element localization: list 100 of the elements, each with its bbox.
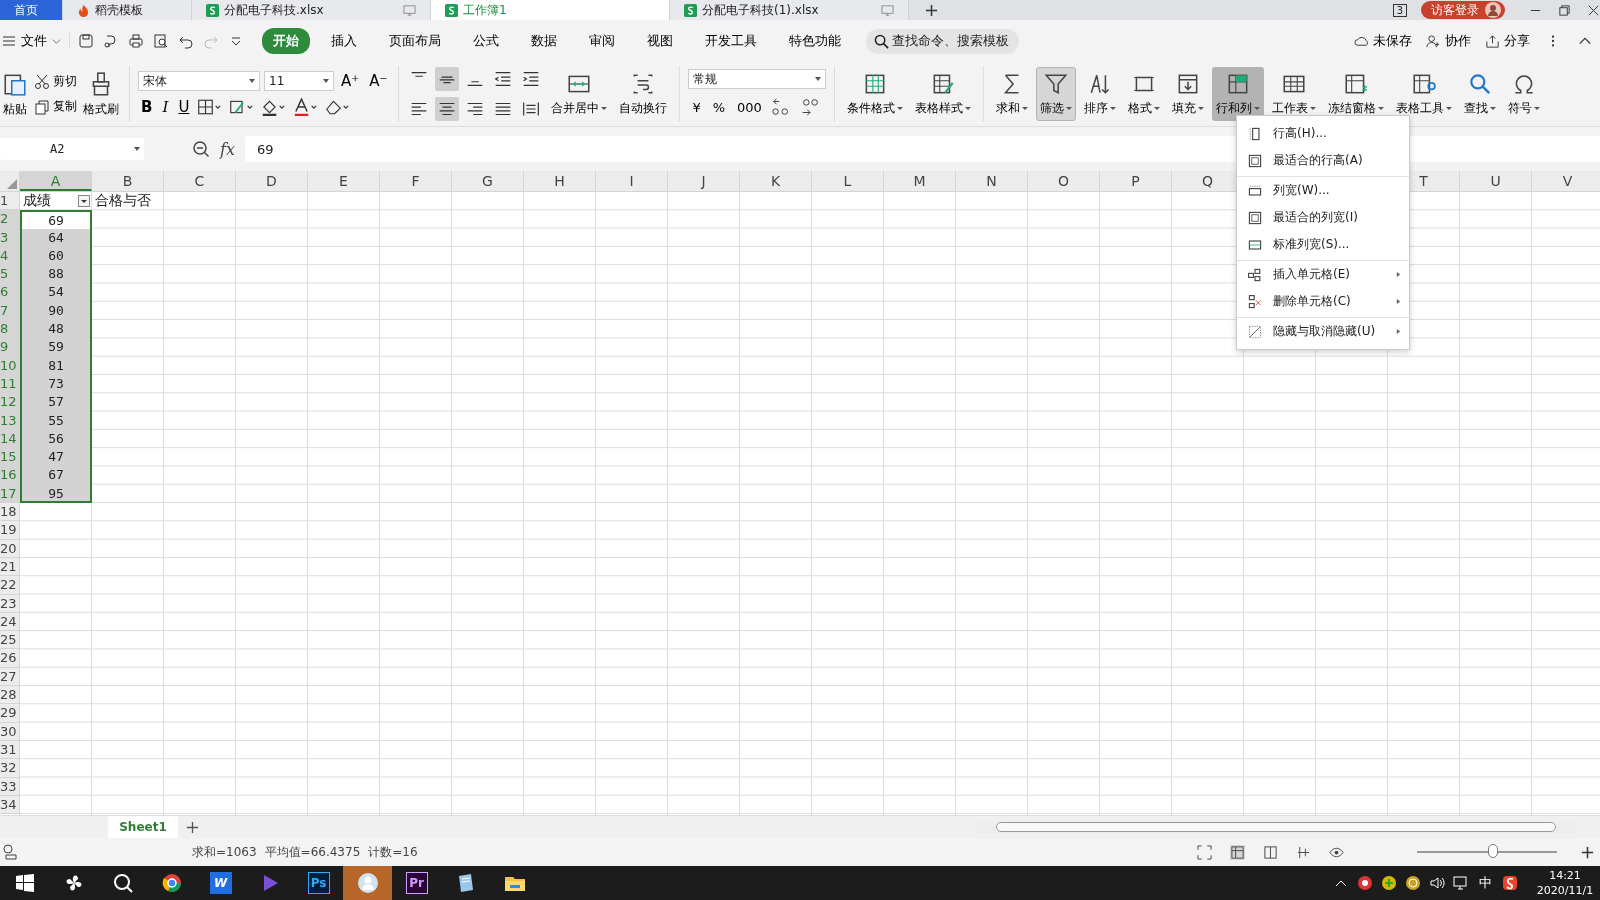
ribbon-tab[interactable]: 视图 [636, 28, 684, 54]
ribbon-tab[interactable]: 插入 [320, 28, 368, 54]
ribbon-button[interactable]: 行和列 [1212, 67, 1265, 121]
row-header[interactable]: 1 [0, 192, 20, 211]
font-size-field[interactable]: 11 [264, 71, 334, 91]
ribbon-tab[interactable]: 开始 [262, 28, 310, 54]
print-icon[interactable] [128, 33, 144, 49]
ribbon-tab[interactable]: 审阅 [578, 28, 626, 54]
column-header[interactable]: O [1028, 171, 1100, 191]
record-icon[interactable] [1357, 875, 1373, 891]
paste-button[interactable]: 粘贴 [0, 68, 30, 120]
document-tab[interactable]: 首页 [0, 0, 63, 20]
align-center-icon[interactable] [435, 97, 460, 121]
table-cell[interactable]: 88 [20, 265, 92, 284]
header-action-button[interactable]: 分享 [1479, 32, 1536, 50]
menu-item[interactable]: 删除单元格(C) [1237, 288, 1409, 315]
row-header[interactable]: 6 [0, 283, 20, 302]
row-header[interactable]: 26 [0, 649, 20, 668]
export-icon[interactable] [103, 33, 119, 49]
ribbon-button[interactable]: 查找 [1460, 67, 1501, 121]
command-search-field[interactable]: 查找命令、搜索模板 [866, 28, 1019, 54]
input-method-indicator[interactable]: 中 [1479, 874, 1492, 892]
table-cell[interactable]: 59 [20, 338, 92, 357]
ribbon-button[interactable]: 表格样式 [911, 67, 976, 121]
macro-icon[interactable] [2, 843, 20, 861]
column-header[interactable]: P [1100, 171, 1172, 191]
row-header[interactable]: 2 [0, 210, 20, 229]
page-break-icon[interactable] [1296, 844, 1311, 860]
clock-date[interactable]: 2020/11/1 [1536, 883, 1594, 898]
number-format-button[interactable]: 000 [733, 98, 766, 116]
document-tab[interactable]: 稻壳模板 [63, 0, 192, 20]
network-icon[interactable] [1453, 875, 1469, 891]
column-header[interactable]: L [812, 171, 884, 191]
ribbon-tab[interactable]: 特色功能 [778, 28, 852, 54]
row-header[interactable]: 8 [0, 320, 20, 339]
ribbon-tab[interactable]: 公式 [462, 28, 510, 54]
app-icon[interactable]: W [209, 872, 232, 894]
row-header[interactable]: 16 [0, 466, 20, 485]
normal-view-icon[interactable] [1230, 844, 1245, 860]
ribbon-button[interactable]: 合并居中 [547, 67, 612, 121]
fullscreen-icon[interactable] [1197, 844, 1212, 860]
zoom-icon[interactable] [192, 140, 210, 158]
font-style-button[interactable]: B [138, 97, 156, 117]
menu-item[interactable]: 隐藏与取消隐藏(U) [1237, 317, 1409, 345]
sogou-icon[interactable] [1502, 875, 1518, 891]
header-action-button[interactable]: 协作 [1420, 32, 1477, 50]
column-header[interactable]: F [380, 171, 452, 191]
format-painter-button[interactable]: 格式刷 [81, 68, 121, 120]
login-button[interactable]: 访客登录 [1421, 1, 1505, 19]
copy-button[interactable]: 复制 [34, 98, 77, 115]
table-cell[interactable]: 54 [20, 283, 92, 302]
number-format-button[interactable]: % [708, 98, 729, 116]
taskbar-button[interactable]: Ps [294, 866, 343, 900]
column-header[interactable]: V [1532, 171, 1600, 191]
ribbon-tab[interactable]: 开发工具 [694, 28, 768, 54]
font-name-field[interactable]: 宋体 [138, 71, 260, 91]
row-header[interactable]: 12 [0, 393, 20, 412]
row-header[interactable]: 18 [0, 503, 20, 522]
shrink-font-button[interactable]: A⁻ [366, 71, 391, 91]
column-header[interactable]: A [20, 171, 92, 191]
column-header[interactable]: N [956, 171, 1028, 191]
document-tab[interactable]: 分配电子科技.xlsx [192, 0, 431, 20]
row-header[interactable]: 15 [0, 448, 20, 467]
filter-dropdown-icon[interactable] [78, 195, 90, 207]
ribbon-button[interactable]: 自动换行 [615, 67, 672, 121]
ribbon-button[interactable]: 符号 [1504, 67, 1545, 121]
ribbon-button[interactable]: 筛选 [1036, 67, 1077, 121]
table-cell[interactable]: 69 [20, 210, 92, 229]
menu-item[interactable]: 列宽(W)... [1237, 176, 1409, 204]
window-count-badge[interactable]: 3 [1392, 3, 1407, 17]
row-header[interactable]: 29 [0, 704, 20, 723]
new-tab-icon[interactable] [925, 3, 938, 17]
column-header[interactable]: E [308, 171, 380, 191]
column-header[interactable]: B [92, 171, 164, 191]
restore-icon[interactable] [1558, 3, 1571, 17]
ribbon-button[interactable]: 填充 [1168, 67, 1209, 121]
row-header[interactable]: 32 [0, 759, 20, 778]
file-menu[interactable]: 文件 [0, 32, 67, 50]
close-icon[interactable] [1587, 3, 1600, 17]
column-header[interactable]: M [884, 171, 956, 191]
add-sheet-icon[interactable] [186, 820, 199, 834]
row-header[interactable]: 9 [0, 338, 20, 357]
number-format-field[interactable]: 常规 [688, 69, 827, 89]
table-cell[interactable]: 合格与否 [92, 192, 164, 211]
print-preview-icon[interactable] [153, 33, 169, 49]
ribbon-button[interactable]: 排序 [1080, 67, 1121, 121]
menu-item[interactable]: 插入单元格(E) [1237, 260, 1409, 288]
ribbon-tab[interactable]: 页面布局 [378, 28, 452, 54]
name-box[interactable]: A2 [0, 138, 144, 160]
taskbar-button[interactable]: W [196, 866, 245, 900]
table-cell[interactable]: 67 [20, 466, 92, 485]
column-header[interactable]: J [668, 171, 740, 191]
volume-icon[interactable] [1429, 875, 1445, 891]
column-header[interactable]: K [740, 171, 812, 191]
ribbon-button[interactable]: 求和 [992, 67, 1033, 121]
row-header[interactable]: 5 [0, 265, 20, 284]
table-cell[interactable]: 47 [20, 448, 92, 467]
document-tab[interactable]: 分配电子科技(1).xlsx [670, 0, 909, 20]
column-header[interactable]: U [1460, 171, 1532, 191]
row-header[interactable]: 25 [0, 631, 20, 650]
